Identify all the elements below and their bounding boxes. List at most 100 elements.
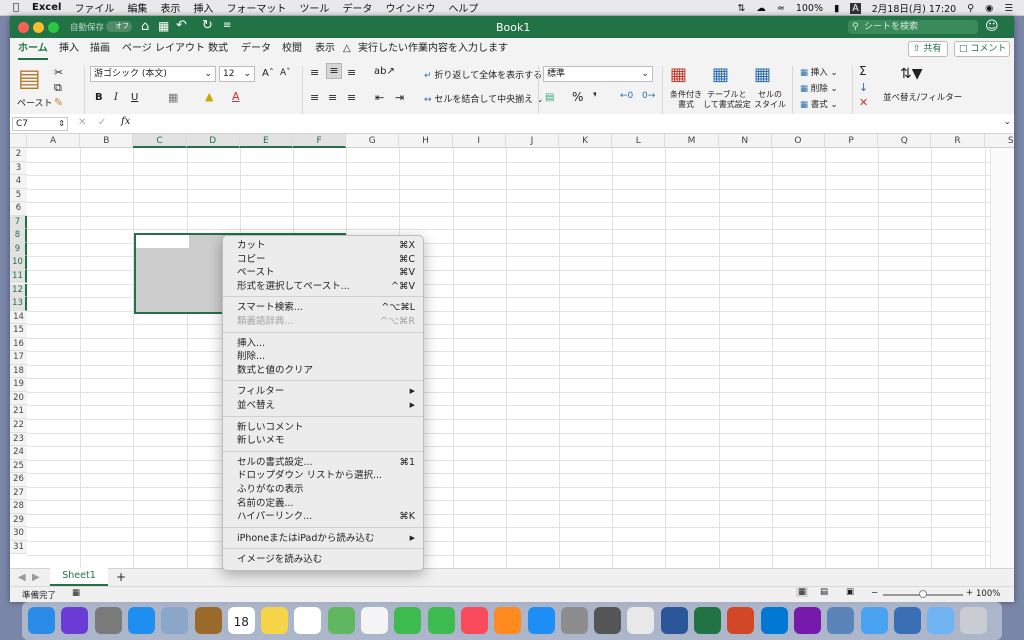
macro-record-icon[interactable]: ▦ [72,588,80,598]
menu-excel[interactable]: Excel [32,2,61,13]
apple-menu-icon[interactable]:  [13,2,19,13]
cell-styles-button[interactable]: セルの スタイル [754,90,786,110]
row-header[interactable]: 26 [10,473,27,487]
tab-view[interactable]: 表示 [315,38,335,60]
format-painter-icon[interactable]: ✎ [54,96,63,109]
conditional-formatting-button[interactable]: 条件付き 書式 [670,90,702,110]
folder-icon[interactable] [927,607,955,634]
row-header[interactable]: 16 [10,337,27,352]
stickies-icon[interactable] [261,607,289,634]
menu-file[interactable]: ファイル [74,0,114,15]
maps-icon[interactable] [327,607,355,634]
cloud-icon[interactable]: ☁ [756,3,766,14]
zoom-in-button[interactable]: + [966,588,973,598]
photos-icon[interactable] [361,607,388,634]
cancel-formula-icon[interactable]: ✕ [78,117,86,128]
row-header[interactable]: 3 [10,161,27,176]
menu-tools[interactable]: ツール [299,0,329,15]
row-header[interactable]: 9 [10,242,27,257]
context-menu-item[interactable]: 新しいメモ [223,434,423,448]
cell-styles-icon[interactable]: ▦ [754,64,771,85]
active-cell[interactable] [136,235,189,248]
percent-button[interactable]: % [572,90,583,104]
font-color-icon[interactable]: A [232,90,240,103]
row-header[interactable]: 12 [10,283,27,297]
insert-cells-button[interactable]: ▦ 挿入 ⌄ [800,66,838,78]
bluetooth-icon[interactable]: ⇅ [737,3,745,14]
sort-filter-icon[interactable]: ⇅▼ [900,66,923,82]
align-center-icon[interactable]: ≡ [328,91,337,104]
finder-icon[interactable] [28,607,55,634]
context-menu-item[interactable]: セルの書式設定... ⌘1 [223,456,423,470]
next-sheet-icon[interactable]: ▶ [32,572,40,583]
confirm-formula-icon[interactable]: ✓ [98,117,106,128]
context-menu-item[interactable]: フィルター ▶ [223,385,423,399]
siri-icon[interactable] [61,607,89,634]
context-menu-item[interactable]: 削除... [223,350,423,364]
row-header[interactable]: 22 [10,419,27,433]
context-menu-item[interactable]: スマート検索... ^⌥⌘L [223,301,423,315]
onenote-icon[interactable] [793,607,821,634]
comma-button[interactable]: ❜ [593,90,597,104]
currency-icon[interactable]: ▤ [545,92,554,103]
cut-icon[interactable]: ✂ [54,66,63,79]
borders-icon[interactable]: ▦ [168,91,178,104]
menu-window[interactable]: ウインドウ [385,0,435,15]
decrease-indent-icon[interactable]: ⇤ [375,91,384,104]
align-right-icon[interactable]: ≡ [347,91,356,104]
align-left-icon[interactable]: ≡ [310,91,319,104]
undo-icon[interactable]: ↶ [176,18,187,33]
context-menu-item[interactable]: 挿入... [223,337,423,351]
customize-toolbar-icon[interactable]: ≡ [223,20,231,31]
menu-data[interactable]: データ [342,0,372,15]
siri-menu-icon[interactable]: ◉ [985,3,993,14]
row-header[interactable]: 28 [10,500,27,514]
formula-input[interactable] [138,116,1008,132]
orientation-icon[interactable]: ab↗ [374,66,395,77]
image-capture-icon[interactable] [827,607,855,634]
align-bottom-icon[interactable]: ≡ [347,66,356,79]
close-window-button[interactable] [18,22,29,33]
context-menu-item[interactable]: 新しいコメント [223,421,423,435]
word-icon[interactable] [660,607,688,634]
increase-decimal-icon[interactable]: ←0 [620,91,633,101]
row-header[interactable]: 10 [10,256,27,270]
row-header[interactable]: 6 [10,202,27,216]
page-break-view-icon[interactable]: ▣ [846,587,854,597]
preview-icon[interactable] [161,607,189,634]
add-sheet-button[interactable]: + [116,570,126,584]
tab-data[interactable]: データ [241,38,271,60]
zoom-slider[interactable] [883,590,963,598]
calendar-icon[interactable]: 18 [227,607,255,634]
row-header[interactable]: 5 [10,188,27,203]
page-layout-view-icon[interactable]: ▤ [820,587,828,597]
row-header[interactable]: 21 [10,405,27,419]
row-header[interactable]: 24 [10,446,27,460]
row-header[interactable]: 27 [10,486,27,501]
home-icon[interactable]: ⌂ [141,19,149,34]
row-header[interactable]: 7 [10,215,27,230]
prev-sheet-icon[interactable]: ◀ [18,572,26,583]
align-middle-icon[interactable]: ≡ [326,63,342,79]
tab-review[interactable]: 校閲 [282,38,302,60]
row-header[interactable]: 30 [10,527,27,541]
italic-button[interactable]: I [114,92,118,103]
row-header[interactable]: 31 [10,540,27,555]
zoom-out-button[interactable]: − [871,588,878,598]
row-header[interactable]: 25 [10,459,27,474]
tab-page-layout[interactable]: ページ レイアウト [122,38,205,60]
tab-home[interactable]: ホーム [18,38,48,60]
bold-button[interactable]: B [95,92,103,103]
wifi-icon[interactable]: ≈ [777,3,785,14]
input-source[interactable]: A [850,2,861,14]
context-menu-item[interactable]: ペースト ⌘V [223,266,423,280]
increase-font-icon[interactable]: Aˆ [262,68,274,79]
vertical-scrollbar[interactable] [990,148,1014,568]
wrap-text-button[interactable]: ↵ 折り返して全体を表示する [424,68,542,81]
clear-icon[interactable]: ✕ [859,96,868,109]
context-menu-item[interactable]: カット ⌘X [223,239,423,253]
context-menu-item[interactable]: 数式と値のクリア [223,364,423,378]
battery-percent[interactable]: 100% [796,3,823,14]
format-as-table-button[interactable]: テーブルと して書式設定 [703,90,751,110]
menu-edit[interactable]: 編集 [127,0,147,15]
